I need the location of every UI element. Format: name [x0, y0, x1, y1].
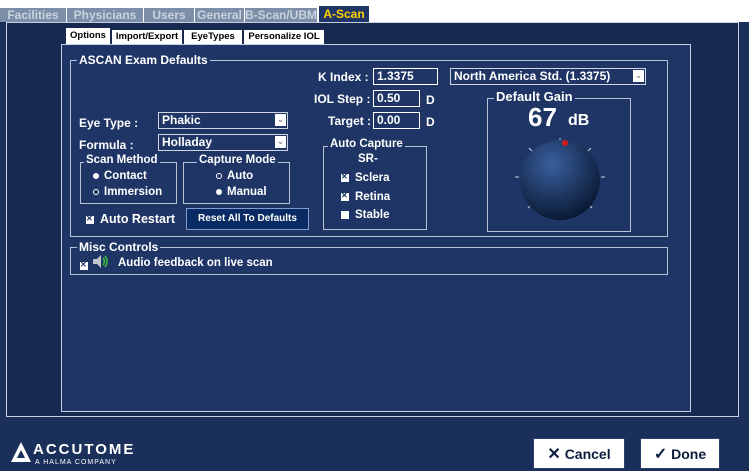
close-icon: ✕: [547, 446, 561, 463]
stable-checkbox[interactable]: Stable: [341, 209, 390, 221]
eye-type-value: Phakic: [162, 113, 201, 127]
audio-checkbox[interactable]: [80, 257, 89, 271]
gain-unit: dB: [568, 112, 590, 129]
iol-step-field[interactable]: 0.50: [373, 90, 420, 107]
radio-immersion[interactable]: Immersion: [93, 186, 162, 198]
retina-label: Retina: [355, 191, 391, 203]
subtab-options[interactable]: Options: [66, 28, 110, 45]
auto-capture-sr: SR-: [358, 153, 378, 165]
radio-contact[interactable]: Contact: [93, 170, 147, 182]
scan-method-title: Scan Method: [84, 154, 160, 166]
radio-unselected-icon: [216, 172, 222, 179]
checkbox-checked-icon: [86, 213, 94, 225]
target-label: Target :: [328, 114, 372, 128]
radio-manual-label: Manual: [227, 186, 267, 198]
iol-step-label: IOL Step :: [314, 92, 371, 106]
accutome-logo-icon: [11, 442, 31, 462]
auto-restart-label: Auto Restart: [100, 212, 176, 226]
auto-restart-checkbox[interactable]: Auto Restart: [86, 212, 175, 226]
k-index-select[interactable]: North America Std. (1.3375) ⌄: [450, 68, 646, 85]
capture-mode-title: Capture Mode: [197, 154, 278, 166]
radio-auto[interactable]: Auto: [216, 170, 253, 182]
eye-type-select[interactable]: Phakic ⌄: [158, 112, 288, 129]
reset-defaults-button[interactable]: Reset All To Defaults: [186, 208, 309, 230]
radio-immersion-label: Immersion: [104, 186, 163, 198]
sclera-label: Sclera: [355, 172, 390, 184]
exam-defaults-title: ASCAN Exam Defaults: [77, 53, 210, 67]
radio-manual[interactable]: Manual: [216, 186, 267, 198]
done-label: Done: [671, 446, 707, 462]
tab-users[interactable]: Users: [144, 8, 195, 22]
cancel-label: Cancel: [564, 446, 611, 462]
checkbox-checked-icon: [341, 171, 349, 183]
tab-facilities[interactable]: Facilities: [0, 8, 67, 22]
tab-physicians[interactable]: Physicians: [67, 8, 144, 22]
cancel-button[interactable]: ✕ Cancel: [533, 438, 625, 469]
k-index-label: K Index :: [318, 70, 369, 84]
done-button[interactable]: ✓ Done: [640, 438, 720, 469]
subtab-import-export[interactable]: Import/Export: [112, 30, 182, 44]
formula-select[interactable]: Holladay ⌄: [158, 134, 288, 151]
checkbox-checked-icon: [341, 190, 349, 202]
chevron-down-icon: ⌄: [633, 70, 644, 82]
target-unit: D: [426, 115, 435, 129]
retina-checkbox[interactable]: Retina: [341, 190, 391, 203]
sclera-checkbox[interactable]: Sclera: [341, 171, 390, 184]
tab-ascan[interactable]: A-Scan: [318, 5, 370, 23]
gain-value: 67: [528, 102, 557, 132]
speaker-icon: [93, 255, 108, 268]
checkbox-checked-icon: [80, 259, 88, 271]
top-tab-bar: Facilities Physicians Users General B-Sc…: [0, 0, 749, 23]
gain-knob[interactable]: [505, 130, 615, 225]
target-field[interactable]: 0.00: [373, 112, 420, 129]
brand-name: ACCUTOME: [33, 441, 136, 458]
misc-controls-title: Misc Controls: [77, 240, 161, 254]
iol-step-unit: D: [426, 93, 435, 107]
radio-selected-icon: [216, 188, 222, 195]
brand-tagline: A HALMA COMPANY: [35, 459, 117, 466]
k-index-field[interactable]: 1.3375: [373, 68, 438, 85]
audio-feedback-label: Audio feedback on live scan: [118, 257, 273, 269]
stable-label: Stable: [355, 209, 390, 221]
tab-general[interactable]: General: [195, 8, 245, 22]
eye-type-label: Eye Type :: [79, 116, 139, 130]
radio-unselected-icon: [93, 188, 99, 195]
formula-value: Holladay: [162, 135, 213, 149]
auto-capture-title: Auto Capture: [328, 138, 405, 150]
k-index-select-value: North America Std. (1.3375): [454, 69, 611, 83]
chevron-down-icon: ⌄: [275, 136, 286, 148]
chevron-down-icon: ⌄: [275, 114, 286, 126]
checkmark-icon: ✓: [653, 446, 668, 463]
formula-label: Formula :: [79, 138, 134, 152]
subtab-eyetypes[interactable]: EyeTypes: [184, 30, 242, 44]
radio-auto-label: Auto: [227, 170, 254, 182]
tab-bscan-ubm[interactable]: B-Scan/UBM: [245, 8, 318, 22]
radio-selected-icon: [93, 172, 99, 179]
radio-contact-label: Contact: [104, 170, 147, 182]
checkbox-unchecked-icon: [341, 210, 349, 219]
subtab-personalize-iol[interactable]: Personalize IOL: [244, 30, 324, 44]
